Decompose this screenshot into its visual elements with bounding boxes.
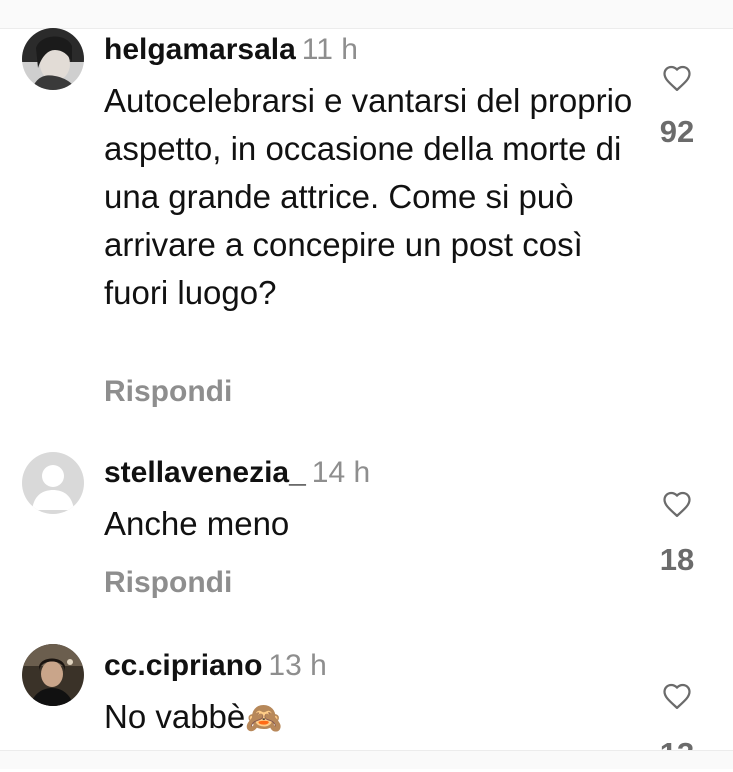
like-control: 92 [645,64,709,150]
timestamp: 14 h [311,456,371,489]
avatar[interactable] [22,28,84,90]
heart-icon[interactable] [645,490,709,518]
comment-text: Anche meno [104,505,290,542]
comment-text-body: No vabbè [104,698,246,735]
username[interactable]: helgamarsala [104,33,296,66]
username[interactable]: stellavenezia_ [104,456,306,489]
heart-icon[interactable] [645,682,709,710]
comment-meta: stellavenezia_ 14 h [104,455,370,491]
comment-text: No vabbè🙈 [104,693,644,743]
comment-meta: cc.cipriano 13 h [104,648,327,684]
comment-text: Autocelebrarsi e vantarsi del proprio as… [104,82,633,311]
timestamp: 13 h [268,649,327,682]
username[interactable]: cc.cipriano [104,649,262,682]
like-count: 18 [659,542,695,577]
reply-button[interactable]: Rispondi [104,374,232,410]
top-strip [0,0,733,29]
avatar[interactable] [22,644,84,706]
like-control: 18 [645,490,709,578]
see-no-evil-monkey-icon: 🙈 [245,702,283,735]
avatar[interactable] [22,452,84,514]
heart-icon[interactable] [645,64,709,92]
bottom-strip [0,750,733,769]
like-count: 92 [659,114,695,149]
timestamp: 11 h [301,33,358,66]
comment-meta: helgamarsala 11 h [104,32,358,68]
reply-button[interactable]: Rispondi [104,565,232,601]
